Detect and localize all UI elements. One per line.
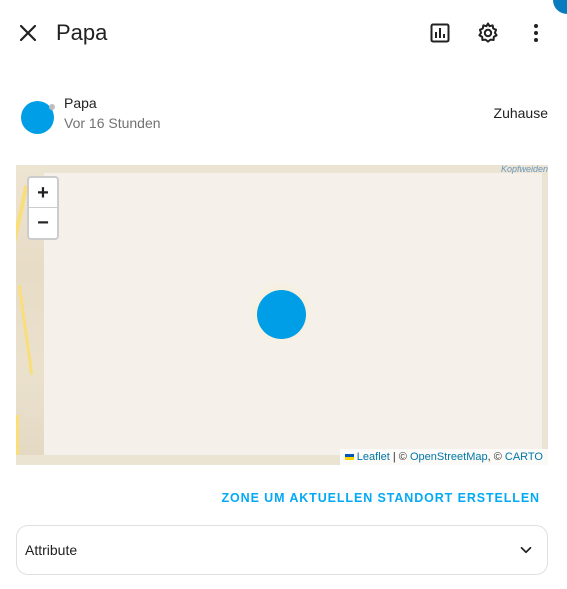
attribution-separator: | © [389, 451, 410, 463]
status-dot [49, 104, 55, 110]
map-tile-edge-top [16, 165, 548, 173]
carto-link[interactable]: CARTO [505, 451, 543, 463]
entity-last-changed: Vor 16 Stunden [64, 115, 161, 131]
settings-button[interactable] [468, 13, 508, 53]
ukraine-flag-icon [344, 454, 354, 461]
location-map[interactable]: Kopfweiden + − Leaflet | © OpenStreetMap… [16, 165, 548, 465]
entity-name: Papa [64, 95, 97, 111]
history-button[interactable] [420, 13, 460, 53]
map-road [16, 415, 19, 455]
gear-icon [478, 22, 498, 43]
attributes-expander[interactable]: Attribute [16, 525, 548, 575]
map-attribution: Leaflet | © OpenStreetMap, © CARTO [339, 449, 548, 465]
leaflet-link[interactable]: Leaflet [357, 451, 390, 463]
attribution-middle: , © [487, 451, 505, 463]
zoom-in-button[interactable]: + [29, 178, 57, 208]
create-zone-button[interactable]: Zone um aktuellen Standort erstellen [221, 491, 540, 505]
attributes-label: Attribute [25, 542, 78, 558]
map-place-label: Kopfweiden [500, 165, 548, 174]
more-options-button[interactable] [516, 13, 556, 53]
zoom-control: + − [27, 176, 59, 240]
map-tile-edge-right [542, 165, 548, 465]
zoom-out-button[interactable]: − [29, 208, 57, 238]
openstreetmap-link[interactable]: OpenStreetMap [410, 451, 488, 463]
close-icon [19, 24, 37, 42]
entity-state: Zuhause [493, 105, 548, 121]
chevron-down-icon [520, 546, 532, 554]
dialog-title: Papa [56, 20, 108, 45]
dialog-header: Papa [0, 0, 567, 66]
chart-box-icon [430, 23, 450, 43]
location-marker[interactable] [257, 290, 306, 339]
more-info-dialog: Papa Papa Vor 16 Stunden Zuhause Kopfwei… [0, 0, 567, 589]
more-vertical-icon [534, 24, 538, 42]
entity-row[interactable]: Papa Vor 16 Stunden Zuhause [0, 88, 567, 140]
close-button[interactable] [8, 13, 48, 53]
